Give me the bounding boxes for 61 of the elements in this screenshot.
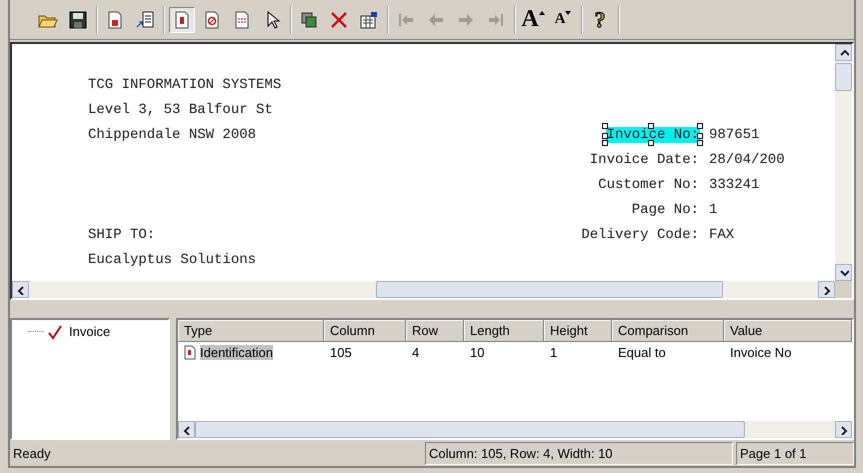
field-label[interactable]: Page No: (630, 202, 700, 218)
chevron-up-icon (838, 48, 848, 58)
document-text: SHIP TO: (88, 226, 156, 242)
document-icon (184, 345, 196, 360)
chevron-right-icon (822, 284, 832, 294)
field-label[interactable]: Invoice Date: (588, 152, 700, 168)
column-header[interactable]: Row (406, 320, 464, 342)
doc-mark-button[interactable] (169, 6, 195, 32)
scroll-left-button[interactable] (12, 281, 29, 298)
table-cell-text: 1 (549, 344, 558, 362)
tree-item[interactable]: Invoice (66, 323, 114, 340)
field-value: 28/04/200 (708, 152, 785, 168)
field-label[interactable]: Customer No: (597, 176, 700, 192)
document-text: Eucalyptus Solutions (88, 252, 258, 268)
column-header[interactable]: Comparison (612, 320, 724, 342)
column-header[interactable]: Height (544, 320, 612, 342)
properties-icon (359, 10, 379, 30)
table-cell-text: 4 (411, 344, 420, 362)
document-text: Chippendale NSW 2008 (88, 126, 258, 142)
column-header[interactable]: Type (178, 320, 324, 342)
copy-icon (299, 10, 319, 30)
scrollbar-corner (835, 281, 852, 298)
scroll-thumb[interactable] (195, 421, 746, 438)
cursor-position: Column: 105, Row: 4, Width: 10 (425, 442, 733, 465)
horizontal-scrollbar[interactable] (178, 421, 852, 438)
table-cell-text: Equal to (617, 344, 667, 362)
scroll-thumb[interactable] (835, 63, 852, 91)
status-message: Ready (12, 445, 52, 463)
scroll-right-button[interactable] (818, 281, 835, 298)
chevron-right-icon (838, 424, 848, 434)
field-value: FAX (708, 226, 736, 242)
field-value: 1 (708, 202, 718, 218)
chevron-down-icon (838, 268, 848, 278)
list-icon (135, 10, 155, 30)
chevron-left-icon (16, 284, 26, 294)
vertical-scrollbar[interactable] (835, 44, 852, 281)
scroll-left-button[interactable] (178, 421, 195, 438)
column-header[interactable]: Column (324, 320, 406, 342)
document-text: TCG INFORMATION SYSTEMS (88, 76, 282, 92)
table-cell-text: Invoice No (729, 344, 792, 362)
scroll-right-button[interactable] (835, 421, 852, 438)
table-cell-text: 10 (469, 344, 486, 362)
font-down-button[interactable]: A (550, 6, 576, 32)
field-value: 333241 (708, 176, 760, 192)
font-up-button[interactable]: A (520, 6, 546, 32)
scroll-down-button[interactable] (835, 264, 852, 281)
scroll-up-button[interactable] (835, 44, 852, 61)
save-icon (68, 10, 88, 30)
field-label[interactable]: Delivery Code: (580, 226, 700, 242)
horizontal-scrollbar[interactable] (12, 281, 835, 298)
chevron-left-icon (182, 424, 192, 434)
table-cell[interactable]: Identification (200, 345, 273, 360)
table-cell-text: 105 (329, 344, 353, 362)
column-header[interactable]: Value (724, 320, 852, 342)
page-indicator: Page 1 of 1 (736, 442, 854, 465)
delete-icon (329, 10, 349, 30)
scroll-thumb[interactable] (376, 281, 724, 298)
document-text: Level 3, 53 Balfour St (88, 102, 274, 118)
help-button[interactable]: ? (587, 6, 613, 32)
field-value: 987651 (708, 126, 760, 142)
column-header[interactable]: Length (464, 320, 544, 342)
